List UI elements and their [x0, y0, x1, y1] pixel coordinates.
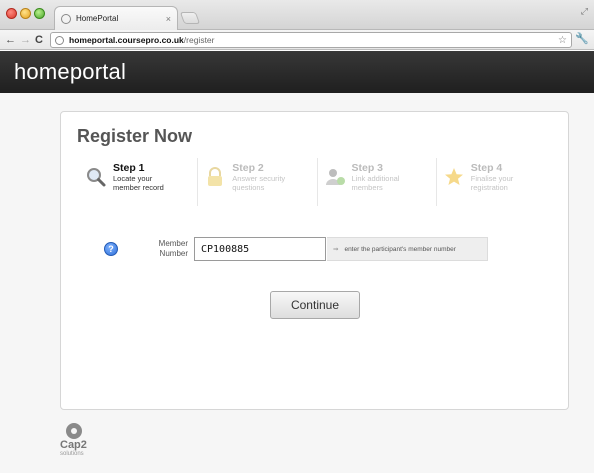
url-host: homeportal.coursepro.co.uk: [69, 35, 184, 45]
help-icon[interactable]: ?: [104, 242, 118, 256]
step-4: Step 4 Finalise your registration: [437, 158, 555, 206]
browser-tab[interactable]: HomePortal ×: [54, 6, 178, 30]
forward-arrow-icon[interactable]: →: [20, 32, 31, 48]
step-3-label: Step 3: [351, 162, 384, 174]
tab-close-icon[interactable]: ×: [166, 14, 171, 24]
member-number-label: Member Number: [143, 239, 188, 259]
member-number-label-line1: Member: [158, 239, 188, 248]
member-number-hint: ⇒ enter the participant's member number: [327, 237, 488, 261]
zoom-window-button[interactable]: [34, 8, 45, 19]
magnifier-icon: [87, 168, 106, 187]
footer-brand: Cap2: [60, 439, 87, 451]
member-number-input[interactable]: [194, 237, 326, 261]
url-path: /register: [183, 35, 215, 45]
close-window-button[interactable]: [6, 8, 17, 19]
footer-tagline: solutions: [60, 451, 84, 457]
register-panel: Register Now Step 1 Locate your member r…: [60, 111, 569, 410]
member-number-label-line2: Number: [159, 249, 188, 258]
star-icon: [444, 168, 463, 185]
step-2-desc-line2: questions: [232, 183, 265, 192]
lock-icon: [208, 167, 223, 186]
step-2-desc-line1: Answer security: [232, 174, 286, 183]
step-4-label: Step 4: [470, 162, 503, 174]
footer-logo[interactable]: Cap2 solutions: [60, 423, 100, 463]
bookmark-star-icon[interactable]: ☆: [558, 35, 567, 46]
continue-button[interactable]: Continue: [270, 291, 360, 319]
registration-steps: Step 1 Locate your member record Step 2 …: [79, 158, 555, 206]
user-add-icon: [325, 169, 345, 185]
step-3-desc-line1: Link additional: [351, 174, 400, 183]
step-2: Step 2 Answer security questions: [198, 158, 318, 206]
step-2-label: Step 2: [232, 162, 264, 174]
step-1-label: Step 1: [113, 162, 145, 174]
reload-icon[interactable]: C: [35, 32, 43, 48]
site-logo[interactable]: homeportal: [14, 59, 126, 85]
minimize-window-button[interactable]: [20, 8, 31, 19]
hint-text: enter the participant's member number: [344, 245, 456, 253]
wrench-menu-icon[interactable]: 🔧: [575, 32, 589, 45]
page-title: Register Now: [77, 126, 193, 146]
step-3: Step 3 Link additional members: [318, 158, 437, 206]
step-1-desc-line2: member record: [113, 183, 164, 192]
address-bar[interactable]: homeportal.coursepro.co.uk /register ☆: [50, 32, 572, 48]
step-3-desc-line2: members: [351, 183, 383, 192]
browser-titlebar: HomePortal × ⤢: [0, 0, 594, 30]
tab-title: HomePortal: [76, 14, 119, 23]
page-favicon-icon: [61, 13, 71, 24]
fullscreen-icon[interactable]: ⤢: [581, 6, 588, 17]
step-1: Step 1 Locate your member record: [79, 158, 199, 206]
new-tab-button[interactable]: [179, 12, 201, 24]
step-4-desc-line2: registration: [470, 183, 508, 192]
cap2-logo-icon: [66, 423, 82, 439]
page-body: Register Now Step 1 Locate your member r…: [0, 93, 594, 473]
step-4-desc-line1: Finalise your: [470, 174, 514, 183]
site-header: homeportal: [0, 51, 594, 93]
step-1-desc-line1: Locate your: [113, 174, 153, 183]
hint-arrow-icon: ⇒: [333, 246, 339, 253]
back-arrow-icon[interactable]: ←: [5, 32, 16, 48]
browser-toolbar: ← → C homeportal.coursepro.co.uk /regist…: [0, 30, 594, 50]
site-info-icon[interactable]: [55, 35, 64, 45]
